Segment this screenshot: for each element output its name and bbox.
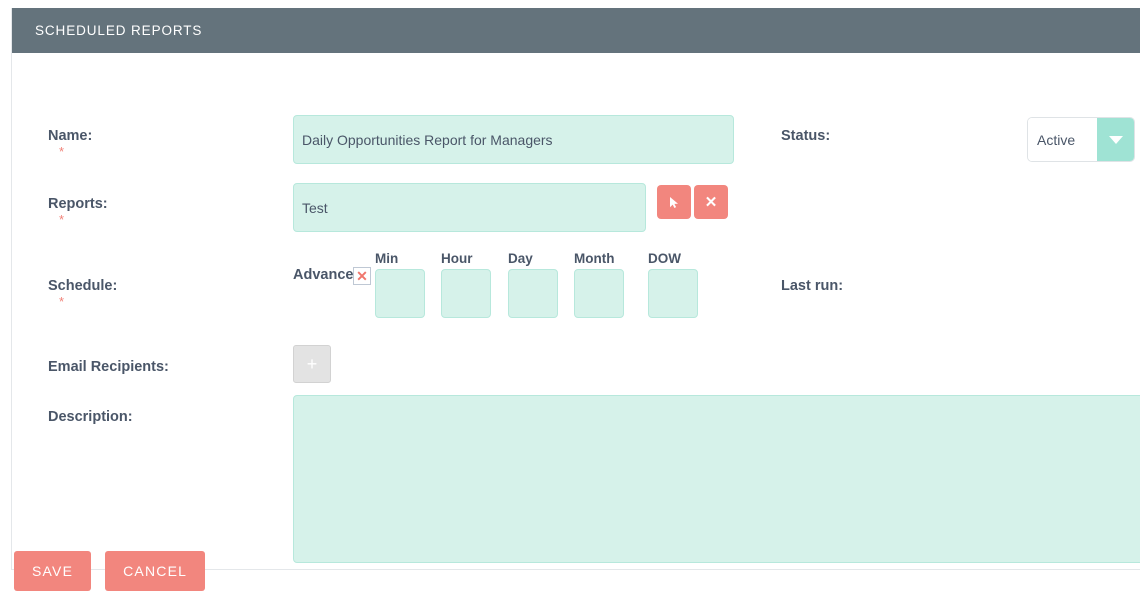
close-x-icon-button[interactable]: ✕ (694, 185, 728, 219)
plus-icon: + (307, 355, 318, 373)
cancel-button[interactable]: CANCEL (105, 551, 205, 591)
advanced-schedule-label: Advanced (293, 267, 362, 283)
cron-field-day: Day (508, 251, 558, 318)
scheduled-reports-card: SCHEDULED REPORTS Name: * Status: Active… (11, 8, 1140, 570)
add-email-recipient-button[interactable]: + (293, 345, 331, 383)
page-title: SCHEDULED REPORTS (35, 23, 202, 38)
status-selected-value: Active (1028, 118, 1097, 161)
cron-label-hour: Hour (441, 251, 491, 266)
reports-label: Reports: (48, 196, 108, 212)
cron-label-min: Min (375, 251, 425, 266)
description-label: Description: (48, 409, 133, 425)
cron-field-dow: DOW (648, 251, 698, 318)
name-label: Name: (48, 128, 92, 144)
cron-input-hour[interactable] (441, 269, 491, 318)
cron-input-dow[interactable] (648, 269, 698, 318)
cron-field-min: Min (375, 251, 425, 318)
form-actions: SAVE CANCEL (14, 551, 205, 591)
last-run-label: Last run: (781, 278, 843, 294)
name-required-asterisk: * (59, 148, 64, 156)
scheduled-reports-page: SCHEDULED REPORTS Name: * Status: Active… (0, 0, 1140, 603)
cron-label-month: Month (574, 251, 624, 266)
cron-field-hour: Hour (441, 251, 491, 318)
advanced-schedule-checkbox[interactable]: ✕ (353, 267, 371, 285)
cron-input-day[interactable] (508, 269, 558, 318)
cron-input-min[interactable] (375, 269, 425, 318)
cron-input-month[interactable] (574, 269, 624, 318)
schedule-required-asterisk: * (59, 298, 64, 306)
status-label: Status: (781, 128, 830, 144)
cursor-arrow-icon-button[interactable] (657, 185, 691, 219)
status-dropdown[interactable]: Active (1028, 118, 1134, 161)
cron-label-dow: DOW (648, 251, 698, 266)
card-body: Name: * Status: Active Reports: * (12, 53, 1140, 569)
reports-input[interactable] (293, 183, 646, 232)
description-textarea[interactable] (293, 395, 1140, 563)
email-recipients-label: Email Recipients: (48, 359, 169, 375)
card-header: SCHEDULED REPORTS (12, 8, 1140, 53)
cron-label-day: Day (508, 251, 558, 266)
chevron-down-glyph (1109, 136, 1123, 144)
close-x-icon: ✕ (705, 195, 718, 210)
schedule-label: Schedule: (48, 278, 117, 294)
cron-field-month: Month (574, 251, 624, 318)
chevron-down-icon[interactable] (1097, 118, 1134, 161)
name-input[interactable] (293, 115, 734, 164)
reports-required-asterisk: * (59, 216, 64, 224)
save-button[interactable]: SAVE (14, 551, 91, 591)
red-x-icon: ✕ (356, 269, 368, 283)
